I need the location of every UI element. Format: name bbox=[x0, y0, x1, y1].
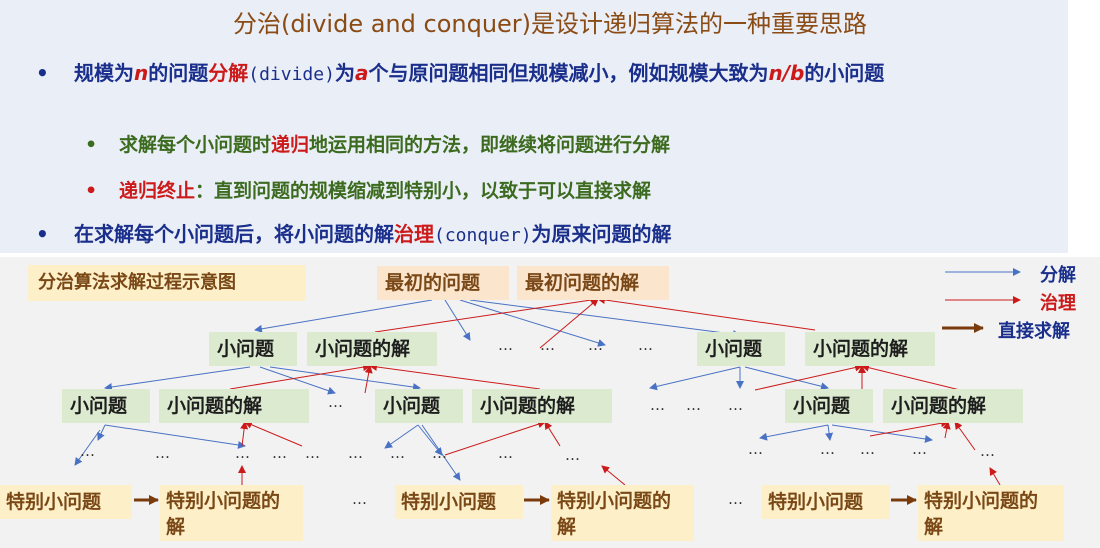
subsolution-node: 小问题的解 bbox=[307, 332, 437, 366]
ellipsis: … bbox=[540, 336, 555, 354]
base-problem-node: 特别小问题 bbox=[395, 485, 523, 519]
base-solution-line1: 特别小问题的 bbox=[166, 490, 281, 512]
legend-direct-label: 直接求解 bbox=[998, 321, 1070, 342]
subproblem-node: 小问题 bbox=[375, 389, 463, 423]
subproblem-node: 小问题 bbox=[697, 332, 785, 366]
ellipsis: … bbox=[305, 444, 320, 462]
ellipsis: … bbox=[390, 444, 405, 462]
ellipsis: … bbox=[272, 444, 287, 462]
ellipsis: … bbox=[748, 440, 763, 458]
ellipsis: … bbox=[686, 396, 701, 414]
diagram-caption: 分治算法求解过程示意图 bbox=[28, 265, 306, 301]
subproblem-node: 小问题 bbox=[209, 332, 297, 366]
base-problem-node: 特别小问题 bbox=[0, 485, 132, 519]
ellipsis: … bbox=[820, 440, 835, 458]
ellipsis: … bbox=[638, 336, 653, 354]
base-solution-line1: 特别小问题的 bbox=[924, 490, 1039, 512]
ellipsis: … bbox=[235, 444, 250, 462]
ellipsis: … bbox=[498, 336, 513, 354]
ellipsis: … bbox=[728, 490, 743, 508]
subsolution-node: 小问题的解 bbox=[472, 389, 612, 423]
subsolution-node: 小问题的解 bbox=[805, 332, 935, 366]
base-problem-node: 特别小问题 bbox=[762, 485, 890, 519]
base-solution-line2: 解 bbox=[924, 516, 944, 538]
legend-conquer-label: 治理 bbox=[1040, 293, 1076, 314]
subproblem-node: 小问题 bbox=[785, 389, 873, 423]
ellipsis: … bbox=[155, 444, 170, 462]
ellipsis: … bbox=[498, 444, 513, 462]
ellipsis: … bbox=[348, 444, 363, 462]
ellipsis: … bbox=[860, 440, 875, 458]
ellipsis: … bbox=[80, 442, 95, 460]
subsolution-node: 小问题的解 bbox=[159, 389, 309, 423]
base-solution-line2: 解 bbox=[557, 516, 577, 538]
ellipsis: … bbox=[650, 396, 665, 414]
ellipsis: … bbox=[588, 336, 603, 354]
base-solution-node: 特别小问题的 解 bbox=[160, 485, 303, 541]
root-solution: 最初问题的解 bbox=[517, 266, 669, 300]
ellipsis: … bbox=[432, 444, 447, 462]
ellipsis: … bbox=[565, 446, 580, 464]
base-solution-line2: 解 bbox=[166, 516, 186, 538]
ellipsis: … bbox=[912, 440, 927, 458]
base-solution-node: 特别小问题的 解 bbox=[918, 485, 1064, 541]
root-problem: 最初的问题 bbox=[377, 266, 509, 300]
ellipsis: … bbox=[980, 442, 995, 460]
base-solution-node: 特别小问题的 解 bbox=[551, 485, 694, 541]
subproblem-node: 小问题 bbox=[62, 389, 150, 423]
base-solution-line1: 特别小问题的 bbox=[557, 490, 672, 512]
ellipsis: … bbox=[352, 490, 367, 508]
legend-divide-label: 分解 bbox=[1040, 265, 1076, 286]
ellipsis: … bbox=[728, 396, 743, 414]
subsolution-node: 小问题的解 bbox=[883, 389, 1023, 423]
ellipsis: … bbox=[328, 393, 343, 411]
